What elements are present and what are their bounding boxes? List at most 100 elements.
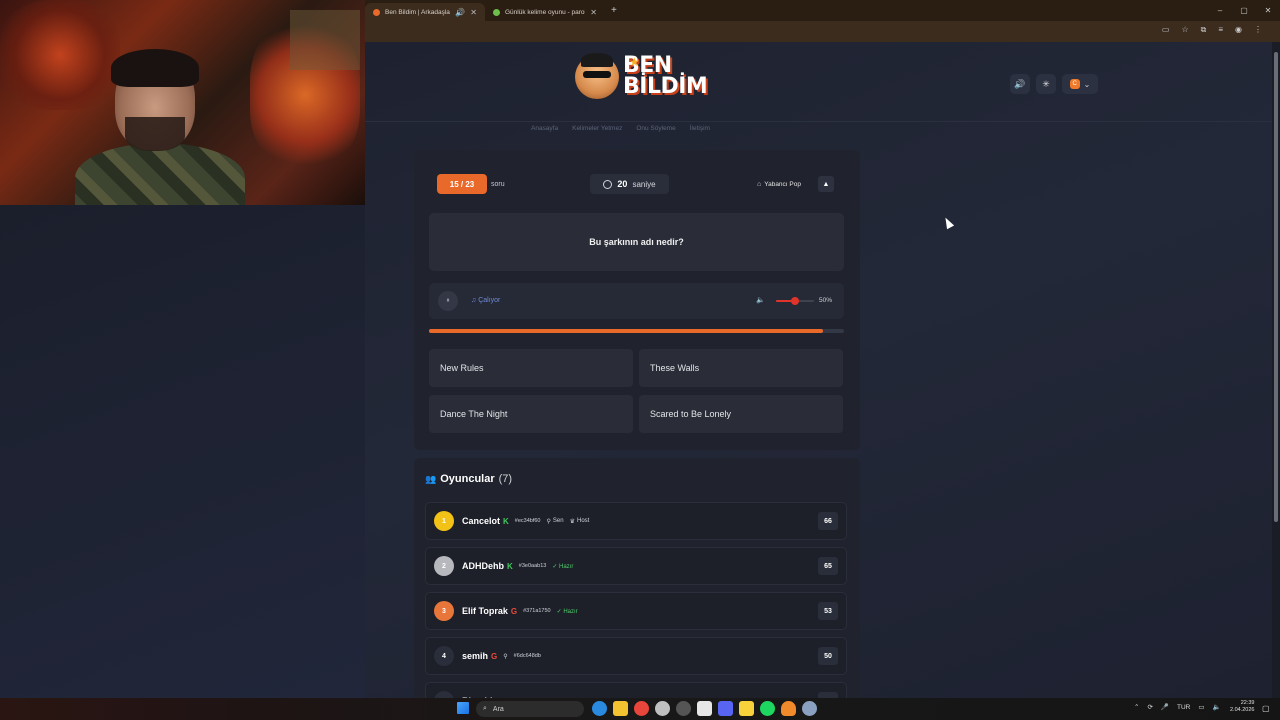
chevron-up-icon[interactable]: ⌃	[1134, 703, 1139, 711]
close-tab-icon[interactable]: ✕	[470, 8, 477, 17]
windows-taskbar: ⌕ Ara ⌃ ⟳ 🎤 TUR ▭ 🔈 22:39 2.04.2026 ▢	[0, 698, 1280, 720]
extensions-icon[interactable]: ⧉	[1201, 25, 1207, 35]
volume-tray-icon[interactable]: 🔈	[1213, 703, 1221, 711]
settings-gear-icon[interactable]	[676, 701, 691, 716]
status-label: Hazır	[559, 563, 574, 570]
star-icon: ★	[629, 55, 640, 69]
browser-tab-active[interactable]: Ben Bildim | Arkadaşlarınla 🔊 ✕	[365, 3, 485, 21]
rank-badge: 4	[434, 646, 454, 666]
volume-knob[interactable]	[791, 297, 799, 305]
sticky-notes-icon[interactable]	[739, 701, 754, 716]
nav-iletisim[interactable]: İletişim	[690, 125, 710, 132]
tag-icon: ⌂	[757, 181, 762, 188]
rank-badge: 2	[434, 556, 454, 576]
player-id: #6dc648db	[513, 653, 541, 659]
profile-icon[interactable]: ◉	[1235, 25, 1242, 35]
sound-toggle-button[interactable]: 🔊	[1010, 74, 1030, 94]
user-icon: ⚲	[503, 653, 508, 660]
discord-icon[interactable]	[718, 701, 733, 716]
header-actions: 🔊 ✳ C ⌄	[1010, 74, 1098, 94]
pause-button[interactable]: ⏸	[438, 291, 458, 311]
taskbar-search[interactable]: ⌕ Ara	[476, 701, 584, 717]
host-tag: ♛ Host	[569, 518, 590, 525]
logo-line2: BİLDİM	[623, 74, 708, 99]
sun-icon: ✳	[1042, 78, 1050, 89]
webcam-overlay	[0, 0, 365, 205]
avatar: C	[1069, 79, 1080, 89]
player-badge-icon: G	[510, 606, 518, 616]
players-label: Oyuncular	[440, 473, 495, 485]
answer-option-4[interactable]: Scared to Be Lonely	[639, 395, 843, 433]
nav-onu-soyleme[interactable]: Onu Söyleme	[636, 125, 675, 132]
theme-toggle-button[interactable]: ✳	[1036, 74, 1056, 94]
page-scrollbar[interactable]	[1272, 42, 1280, 698]
taskbar-clock[interactable]: 22:39 2.04.2026	[1230, 700, 1254, 714]
you-tag: ⚲ Sen	[546, 518, 564, 525]
spotify-icon[interactable]	[760, 701, 775, 716]
volume-percent: 50%	[819, 297, 833, 304]
rank-badge: 5	[434, 691, 454, 698]
users-icon: 👥	[425, 473, 437, 484]
playing-status: ♫ Çalıyor	[471, 297, 501, 304]
webcam-shelf	[290, 10, 360, 70]
user-menu-button[interactable]: C ⌄	[1062, 74, 1098, 94]
more-icon[interactable]: ⋮	[1254, 25, 1262, 35]
steam-icon[interactable]	[802, 701, 817, 716]
clock-icon	[603, 179, 613, 189]
new-tab-button[interactable]: +	[611, 5, 617, 16]
web-page: ★ BEN BİLDİM 🔊 ✳ C ⌄ Anasayfa Kelimeler …	[365, 42, 1272, 698]
minimize-button[interactable]: –	[1208, 0, 1232, 21]
mascot-icon	[575, 53, 619, 99]
close-tab-icon[interactable]: ✕	[590, 8, 597, 17]
scrollbar-thumb[interactable]	[1274, 52, 1278, 522]
collapse-button[interactable]: ▲	[818, 176, 834, 192]
network-icon[interactable]: ▭	[1198, 703, 1204, 711]
volume-icon[interactable]: 🔈	[756, 296, 765, 304]
status-label: Host	[576, 518, 590, 524]
question-box: Bu şarkının adı nedir?	[429, 213, 844, 271]
player-badge-icon: K	[507, 561, 513, 571]
ready-tag: ✓ Hazır	[552, 563, 574, 570]
answer-option-3[interactable]: Dance The Night	[429, 395, 633, 433]
tray-app-icon[interactable]: ⟳	[1147, 703, 1152, 711]
player-row: 2 ADHDehb K #3e0aab13 ✓ Hazır 65	[425, 547, 847, 585]
nav-kelimeler-yetmez[interactable]: Kelimeler Yetmez	[572, 125, 622, 132]
menu-icon[interactable]: ≡	[1218, 25, 1223, 35]
browser-alt-icon[interactable]	[655, 701, 670, 716]
favicon-icon	[493, 8, 500, 16]
taskbar-apps	[592, 701, 817, 716]
system-tray: ⌃ ⟳ 🎤 TUR ▭ 🔈	[1134, 703, 1221, 712]
player-score: 53	[818, 602, 838, 620]
bookmark-star-icon[interactable]: ☆	[1181, 25, 1188, 35]
question-text: Bu şarkının adı nedir?	[589, 237, 684, 247]
notepad-icon[interactable]	[697, 701, 712, 716]
answer-option-1[interactable]: New Rules	[429, 349, 633, 387]
microphone-icon[interactable]: 🎤	[1161, 703, 1169, 711]
notification-icon[interactable]: ▢	[1262, 704, 1270, 713]
address-bar[interactable]: ▭ ☆ ⧉ ≡ ◉ ⋮	[365, 21, 1280, 42]
player-name: Elif Toprak	[462, 606, 508, 616]
maximize-button[interactable]: ▢	[1232, 0, 1256, 21]
browser-tab[interactable]: Günlük kelime oyunu - parolla ✕	[485, 3, 605, 21]
cloud-app-icon[interactable]	[781, 701, 796, 716]
windows-start-icon[interactable]	[457, 702, 469, 714]
cast-icon[interactable]: ▭	[1162, 25, 1170, 35]
close-window-button[interactable]: ✕	[1256, 0, 1280, 21]
edge-icon[interactable]	[592, 701, 607, 716]
players-count: (7)	[498, 473, 513, 485]
pause-icon: ⏸	[446, 297, 450, 304]
answer-option-2[interactable]: These Walls	[639, 349, 843, 387]
category-label: Yabancı Pop	[764, 181, 801, 188]
timer-value: 20	[617, 179, 628, 189]
timer: 20 saniye	[590, 174, 669, 194]
nav-home[interactable]: Anasayfa	[531, 125, 558, 132]
audio-player: ⏸ ♫ Çalıyor 🔈 50%	[429, 283, 844, 319]
speaker-icon[interactable]: 🔊	[455, 8, 465, 17]
mascot-hat	[581, 53, 613, 67]
language-indicator[interactable]: TUR	[1177, 704, 1190, 711]
chrome-icon[interactable]	[634, 701, 649, 716]
volume-slider[interactable]	[776, 297, 814, 305]
site-logo[interactable]: ★ BEN BİLDİM	[575, 53, 708, 99]
file-explorer-icon[interactable]	[613, 701, 628, 716]
person-hair	[111, 49, 199, 87]
